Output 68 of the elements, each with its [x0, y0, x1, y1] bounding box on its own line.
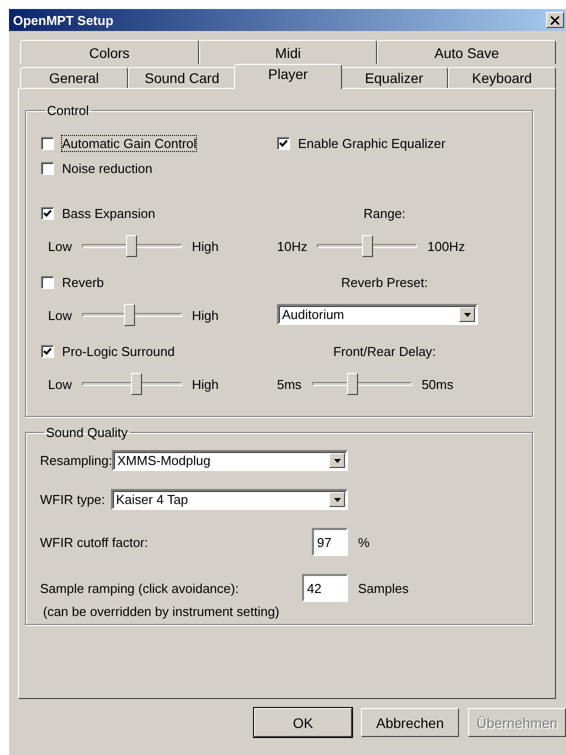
slider-track[interactable] — [82, 304, 182, 326]
range-max-label: 100Hz — [427, 238, 465, 254]
checkbox[interactable] — [277, 137, 290, 150]
setting-label: Reverb Preset: — [341, 275, 428, 290]
checkbox-label: Reverb — [62, 275, 104, 290]
checkbox[interactable] — [41, 207, 54, 220]
group-title: Control — [46, 103, 90, 118]
checkbox-label: Enable Graphic Equalizer — [298, 136, 446, 151]
slider-track[interactable] — [82, 235, 182, 257]
slider-thumb[interactable] — [130, 373, 142, 395]
tab[interactable]: Equalizer — [340, 67, 448, 88]
number-field[interactable]: 42 — [302, 574, 348, 602]
checkbox[interactable] — [41, 162, 54, 175]
dropdown-button[interactable] — [329, 492, 345, 507]
min-label: Low — [48, 238, 72, 254]
caret-icon — [334, 458, 340, 462]
field-label: WFIR type: — [40, 492, 106, 507]
checkbox-label: Pro-Logic Surround — [62, 344, 175, 359]
field-label: Sample ramping (click avoidance): — [40, 580, 239, 596]
max-label: High — [192, 376, 219, 392]
dropdown-button[interactable] — [329, 453, 345, 468]
dropdown[interactable]: Kaiser 4 Tap — [111, 489, 348, 510]
unit-label: Samples — [358, 580, 409, 596]
field-label: Resampling: — [40, 453, 112, 468]
slider-track[interactable] — [82, 373, 182, 395]
min-label: Low — [48, 308, 72, 322]
max-label: High — [192, 308, 219, 322]
min-label: Low — [48, 376, 72, 392]
setting-label: Front/Rear Delay: — [333, 344, 436, 359]
tab[interactable]: Sound Card — [128, 67, 236, 88]
dialog-button[interactable]: OK — [254, 708, 352, 737]
tab[interactable]: Colors — [20, 40, 199, 64]
caret-icon — [334, 498, 340, 502]
note-text: (can be overridden by instrument setting) — [43, 604, 280, 619]
range-min-label: 5ms — [277, 376, 302, 392]
field-label: WFIR cutoff factor: — [40, 534, 148, 550]
dropdown[interactable]: XMMS-Modplug — [112, 450, 348, 471]
checkbox[interactable] — [41, 137, 54, 150]
group-title: Sound Quality — [45, 425, 129, 440]
range-max-label: 50ms — [422, 376, 454, 392]
dropdown-button[interactable] — [459, 307, 475, 322]
dialog-button[interactable]: Abbrechen — [361, 708, 459, 737]
tab[interactable]: Player — [234, 64, 342, 89]
max-label: High — [192, 238, 219, 254]
slider-thumb[interactable] — [362, 235, 373, 257]
slider-track[interactable] — [317, 235, 418, 257]
slider-track[interactable] — [312, 373, 412, 395]
dropdown[interactable]: Auditorium — [277, 304, 478, 325]
slider-thumb[interactable] — [126, 235, 138, 257]
checkbox-label: Bass Expansion — [62, 206, 156, 221]
close-icon — [550, 16, 560, 24]
range-min-label: 10Hz — [277, 238, 308, 254]
slider-thumb[interactable] — [124, 304, 135, 326]
checkbox-label: Automatic Gain Control — [62, 136, 196, 151]
tab[interactable]: Keyboard — [448, 67, 556, 88]
close-button[interactable] — [546, 12, 564, 28]
unit-label: % — [358, 534, 370, 550]
number-field[interactable]: 97 — [312, 528, 348, 556]
tab[interactable]: Auto Save — [377, 40, 556, 64]
checkbox-label: Noise reduction — [62, 161, 152, 176]
checkbox[interactable] — [41, 345, 54, 358]
slider-thumb[interactable] — [347, 373, 358, 395]
tab[interactable]: General — [20, 67, 128, 88]
setting-label: Range: — [364, 206, 406, 221]
checkbox[interactable] — [41, 276, 54, 289]
caret-icon — [464, 312, 470, 316]
tab[interactable]: Midi — [198, 40, 378, 64]
window-title: OpenMPT Setup — [13, 12, 114, 28]
